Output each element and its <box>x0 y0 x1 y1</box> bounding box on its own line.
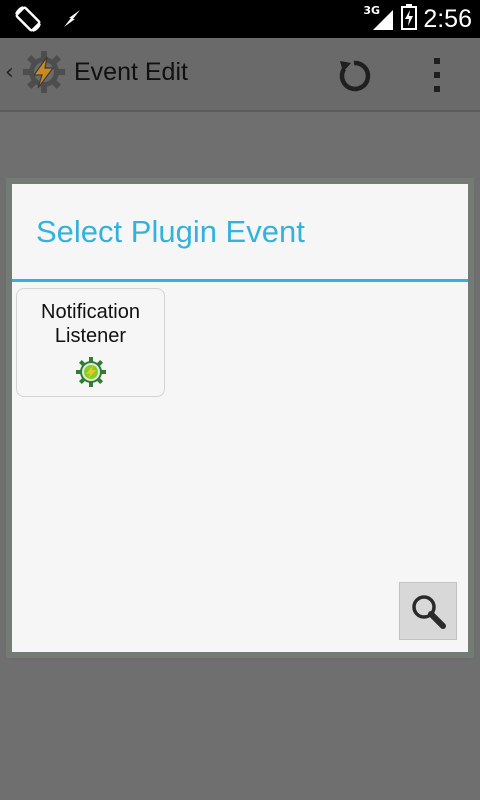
dialog-title-divider <box>12 279 468 282</box>
refresh-icon[interactable] <box>334 56 374 100</box>
lightning-icon <box>60 7 84 35</box>
up-caret-icon[interactable]: ‹ <box>5 60 14 85</box>
plugin-gear-icon <box>75 356 107 392</box>
clock: 2:56 <box>423 4 472 33</box>
search-button[interactable] <box>399 582 457 640</box>
page-title: Event Edit <box>74 58 188 86</box>
dialog-title: Select Plugin Event <box>36 214 305 249</box>
network-type-label: 3G <box>363 4 381 17</box>
overflow-menu-icon[interactable] <box>431 58 443 92</box>
search-icon <box>412 595 446 629</box>
signal-icon: 3G <box>363 4 395 32</box>
plugin-item-notification-listener[interactable]: Notification Listener <box>16 288 165 397</box>
battery-charging-icon <box>401 4 418 34</box>
plugin-item-label: Notification Listener <box>41 301 140 347</box>
status-bar: 3G 2:56 <box>0 0 480 38</box>
select-plugin-event-dialog: Select Plugin Event Notification Listene… <box>12 184 468 652</box>
action-bar: ‹ Event Edit <box>0 38 480 112</box>
screen-rotation-icon <box>14 5 42 37</box>
tasker-app-icon[interactable] <box>20 48 68 100</box>
